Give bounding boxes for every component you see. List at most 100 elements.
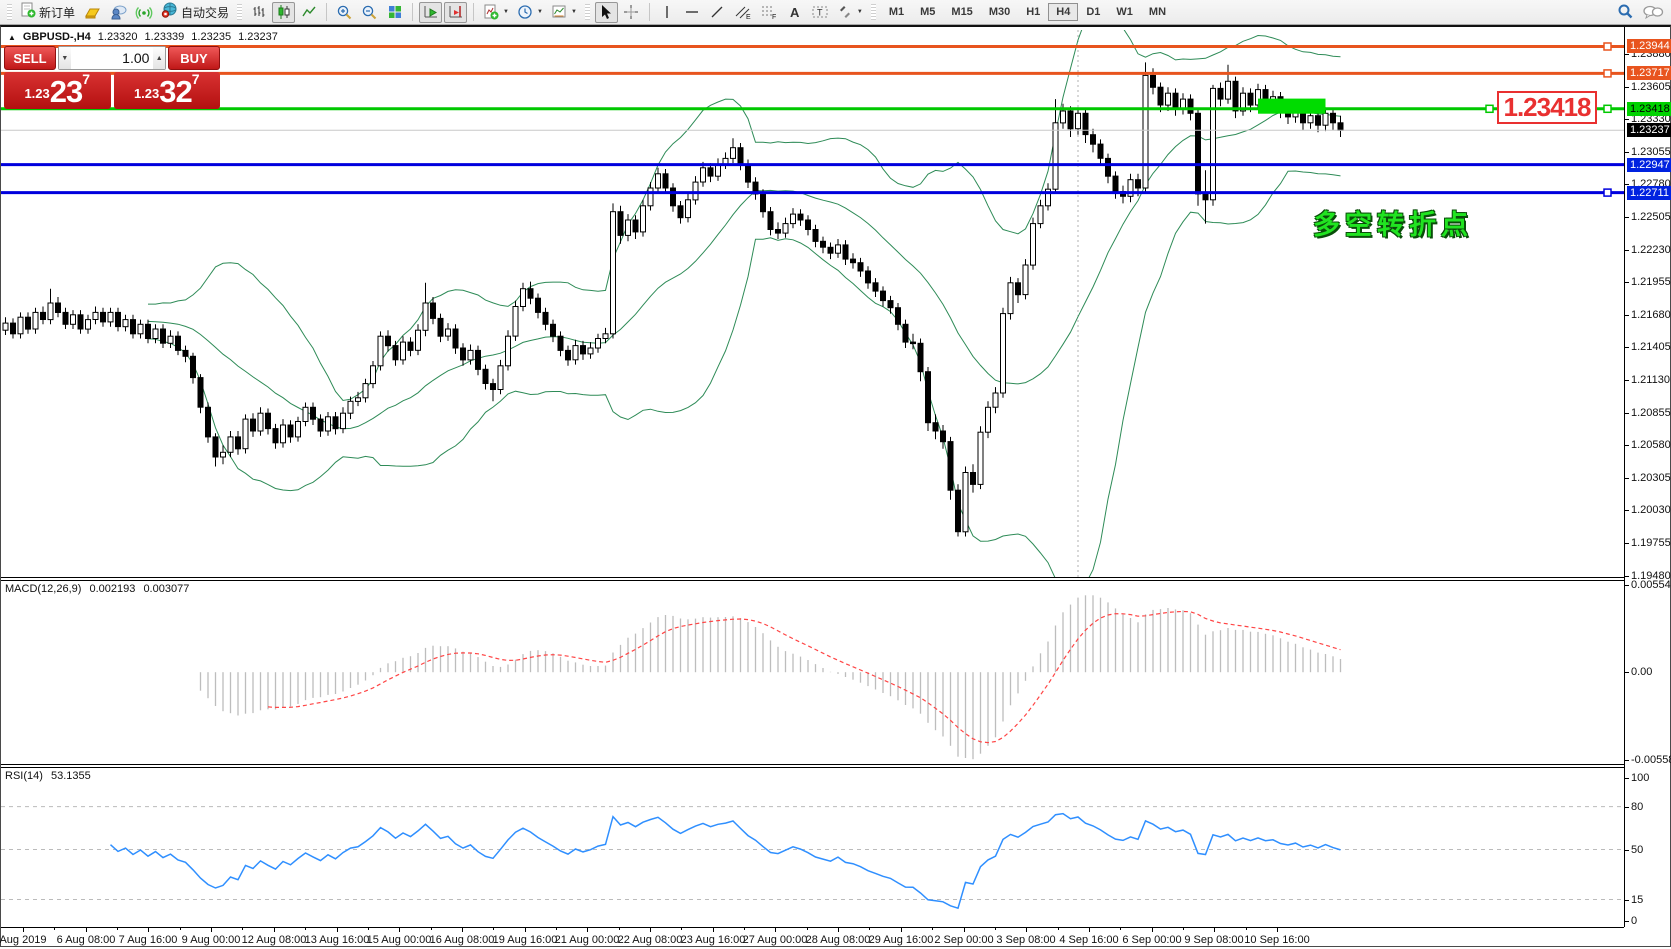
vertical-line-icon[interactable] bbox=[656, 2, 679, 23]
timeframe-m5[interactable]: M5 bbox=[912, 3, 943, 21]
gold-icon[interactable] bbox=[80, 2, 104, 23]
indicators-button[interactable]: ▼ bbox=[480, 2, 512, 23]
price-tick: 1.20305 bbox=[1625, 472, 1671, 484]
quote-close: 1.23237 bbox=[238, 31, 278, 43]
chart-candles-icon[interactable] bbox=[272, 2, 295, 23]
time-axis[interactable]: Aug 20196 Aug 08:007 Aug 16:009 Aug 00:0… bbox=[1, 927, 1624, 949]
zoom-out-icon[interactable] bbox=[358, 2, 381, 23]
toolbar-grip[interactable] bbox=[237, 4, 242, 20]
cursor-icon[interactable] bbox=[595, 2, 618, 23]
timeframe-h1[interactable]: H1 bbox=[1018, 3, 1048, 21]
sell-button[interactable]: SELL bbox=[4, 46, 56, 70]
chart-shift-icon[interactable] bbox=[444, 2, 467, 23]
time-tick-label: 10 Sep 16:00 bbox=[1244, 934, 1309, 946]
buy-price-big: 32 bbox=[159, 77, 191, 107]
auto-scroll-icon[interactable] bbox=[419, 2, 442, 23]
volume-down-button[interactable]: ▼ bbox=[59, 47, 71, 69]
price-badge: 1.23944 bbox=[1627, 39, 1671, 53]
chevron-down-icon: ▼ bbox=[857, 9, 863, 15]
price-axis[interactable]: 1.238801.236051.233301.230551.227801.225… bbox=[1625, 27, 1671, 927]
time-tick-label: 12 Aug 08:00 bbox=[242, 934, 307, 946]
timeframe-d1[interactable]: D1 bbox=[1078, 3, 1108, 21]
price-tick: 1.21955 bbox=[1625, 276, 1671, 288]
time-tick-label: 7 Aug 16:00 bbox=[119, 934, 178, 946]
auto-trading-icon bbox=[161, 2, 178, 23]
timeframe-h4[interactable]: H4 bbox=[1048, 3, 1078, 21]
text-label-icon[interactable]: T bbox=[808, 2, 832, 23]
price-callout-label[interactable]: 1.23418 bbox=[1497, 91, 1597, 124]
macd-value2: 0.003077 bbox=[143, 583, 189, 595]
rsi-value: 53.1355 bbox=[51, 770, 91, 782]
timeframe-m1[interactable]: M1 bbox=[881, 3, 912, 21]
new-order-label: 新订单 bbox=[39, 4, 75, 21]
rsi-tick: 15 bbox=[1625, 894, 1643, 906]
price-tick: 1.20580 bbox=[1625, 439, 1671, 451]
svg-text:F: F bbox=[772, 14, 776, 20]
time-tick-label: 16 Aug 08:00 bbox=[430, 934, 495, 946]
time-tick-label: Aug 2019 bbox=[0, 934, 47, 946]
time-tick-label: 13 Aug 16:00 bbox=[305, 934, 370, 946]
chart-window: ▲ GBPUSD-,H4 1.23320 1.23339 1.23235 1.2… bbox=[0, 25, 1671, 947]
rsi-panel[interactable] bbox=[1, 27, 1624, 937]
buy-price-box[interactable]: 1.23 32 7 bbox=[114, 72, 221, 109]
price-tick: 1.19755 bbox=[1625, 537, 1671, 549]
time-tick-label: 27 Aug 00:00 bbox=[743, 934, 808, 946]
price-tick: 1.23605 bbox=[1625, 81, 1671, 93]
sell-price-box[interactable]: 1.23 23 7 bbox=[4, 72, 111, 109]
search-icon[interactable] bbox=[1613, 2, 1637, 23]
timeframe-mn[interactable]: MN bbox=[1141, 3, 1174, 21]
rsi-label: RSI(14) 53.1355 bbox=[5, 770, 96, 782]
time-tick-label: 23 Aug 16:00 bbox=[681, 934, 746, 946]
chevron-down-icon: ▼ bbox=[537, 9, 543, 15]
chart-annotation-text[interactable]: 多空转折点 bbox=[1313, 203, 1473, 242]
timeframe-m30[interactable]: M30 bbox=[981, 3, 1018, 21]
sell-price-sup: 7 bbox=[82, 72, 90, 86]
quote-low: 1.23235 bbox=[191, 31, 231, 43]
one-click-trading-panel: SELL ▼ ▲ BUY 1.23 23 7 1.23 32 7 bbox=[4, 46, 220, 109]
timeframe-m15[interactable]: M15 bbox=[943, 3, 980, 21]
macd-tick: 0.005543 bbox=[1625, 579, 1671, 591]
arrows-button[interactable]: ▼ bbox=[834, 2, 866, 23]
new-order-button[interactable]: 新订单 bbox=[17, 2, 78, 23]
auto-trading-button[interactable]: 自动交易 bbox=[158, 2, 232, 23]
crosshair-icon[interactable] bbox=[620, 2, 643, 23]
fibonacci-icon[interactable]: F bbox=[757, 2, 781, 23]
price-tick: 1.23055 bbox=[1625, 146, 1671, 158]
chart-bars-icon[interactable] bbox=[247, 2, 270, 23]
text-icon[interactable]: A bbox=[783, 2, 806, 23]
toolbar-grip[interactable] bbox=[7, 4, 12, 20]
volume-up-button[interactable]: ▲ bbox=[153, 47, 165, 69]
periods-button[interactable]: ▼ bbox=[514, 2, 546, 23]
toolbar-grip[interactable] bbox=[871, 4, 876, 20]
svg-text:A: A bbox=[790, 5, 800, 20]
macd-tick: 0.00 bbox=[1625, 666, 1652, 678]
timeframe-w1[interactable]: W1 bbox=[1108, 3, 1141, 21]
rsi-line[interactable] bbox=[111, 814, 1341, 909]
buy-button[interactable]: BUY bbox=[168, 46, 220, 70]
chart-line-icon[interactable] bbox=[297, 2, 320, 23]
time-tick-label: 3 Sep 08:00 bbox=[996, 934, 1055, 946]
time-tick-label: 22 Aug 08:00 bbox=[618, 934, 683, 946]
chevron-down-icon: ▼ bbox=[571, 9, 577, 15]
window-collapse-icon[interactable]: ▲ bbox=[8, 33, 16, 42]
time-tick-label: 9 Aug 00:00 bbox=[182, 934, 241, 946]
equidistant-channel-icon[interactable]: E bbox=[731, 2, 755, 23]
trendline-icon[interactable] bbox=[706, 2, 729, 23]
new-order-icon bbox=[20, 2, 36, 23]
horizontal-line-icon[interactable] bbox=[681, 2, 704, 23]
signal-icon[interactable] bbox=[132, 2, 156, 23]
rsi-tick: 80 bbox=[1625, 801, 1643, 813]
macd-name: MACD(12,26,9) bbox=[5, 583, 81, 595]
history-center-icon[interactable] bbox=[106, 2, 130, 23]
zoom-in-icon[interactable] bbox=[333, 2, 356, 23]
toolbar: 新订单 自动交易 ▼ bbox=[0, 0, 1671, 25]
rsi-tick: 50 bbox=[1625, 844, 1643, 856]
volume-input[interactable] bbox=[71, 47, 154, 69]
chevron-down-icon: ▼ bbox=[503, 9, 509, 15]
auto-trading-label: 自动交易 bbox=[181, 4, 229, 21]
tile-windows-icon[interactable] bbox=[383, 2, 406, 23]
toolbar-grip[interactable] bbox=[585, 4, 590, 20]
chat-icon[interactable] bbox=[1639, 2, 1667, 23]
templates-button[interactable]: ▼ bbox=[548, 2, 580, 23]
time-tick-label: 2 Sep 00:00 bbox=[934, 934, 993, 946]
